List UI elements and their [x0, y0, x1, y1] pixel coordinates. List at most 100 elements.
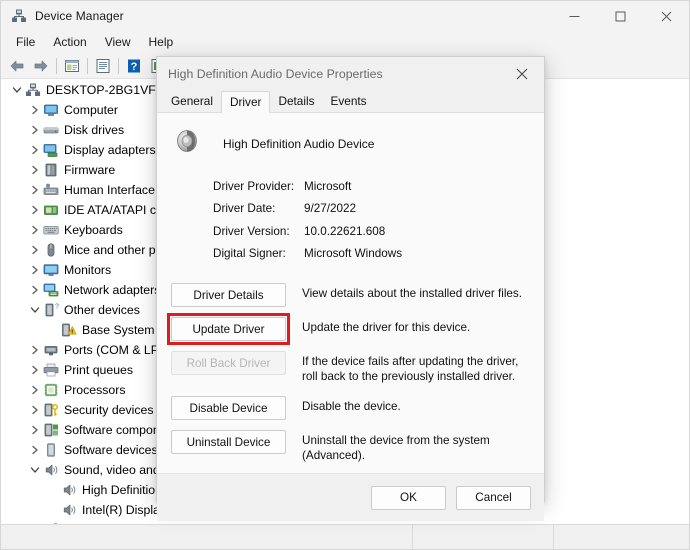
other-devices-icon: ?: [43, 302, 59, 318]
chevron-right-icon[interactable]: [27, 122, 43, 138]
chevron-right-icon[interactable]: [27, 142, 43, 158]
ports-icon: [43, 342, 59, 358]
chevron-right-icon[interactable]: [27, 382, 43, 398]
chevron-down-icon[interactable]: [27, 302, 43, 318]
tree-item-label: Disk drives: [64, 123, 125, 137]
chevron-right-icon[interactable]: [27, 282, 43, 298]
chevron-right-icon[interactable]: [27, 102, 43, 118]
chevron-right-icon[interactable]: [27, 342, 43, 358]
chevron-right-icon[interactable]: [27, 402, 43, 418]
properties-icon[interactable]: [91, 55, 115, 77]
tree-item-label: Print queues: [64, 363, 134, 377]
chevron-right-icon[interactable]: [27, 442, 43, 458]
uninstall-device-button[interactable]: Uninstall Device: [171, 430, 286, 454]
minimize-button[interactable]: [551, 1, 597, 31]
dialog-close-button[interactable]: [500, 57, 544, 90]
chevron-right-icon[interactable]: [27, 262, 43, 278]
driver-info-row: Driver Date: 9/27/2022: [213, 198, 544, 221]
tab-events[interactable]: Events: [323, 92, 375, 112]
toolbar-separator: [56, 57, 57, 74]
driver-action-row: Roll Back Driver If the device fails afte…: [171, 351, 534, 384]
menu-bar: File Action View Help: [1, 31, 689, 53]
disk-drive-icon: [43, 122, 59, 138]
chevron-down-icon[interactable]: [27, 462, 43, 478]
dialog-body: High Definition Audio Device Driver Prov…: [157, 112, 544, 473]
driver-info-key: Digital Signer:: [213, 247, 286, 261]
chevron-right-icon[interactable]: [27, 422, 43, 438]
maximize-button[interactable]: [597, 1, 643, 31]
menu-action-label: Action: [53, 35, 87, 49]
device-name: High Definition Audio Device: [223, 136, 375, 151]
ide-controller-icon: [43, 202, 59, 218]
chevron-right-icon[interactable]: [27, 362, 43, 378]
action-button-label: Roll Back Driver: [186, 356, 271, 370]
driver-info-table: Driver Provider: Microsoft Driver Date: 9/2…: [213, 175, 544, 265]
svg-text:?: ?: [55, 304, 59, 311]
driver-action-row: Driver Details View details about the ins…: [171, 283, 534, 307]
show-hide-console-tree-icon[interactable]: [60, 55, 84, 77]
ok-button[interactable]: OK: [371, 485, 446, 510]
tree-item-label: Security devices: [64, 403, 154, 417]
network-adapter-icon: [43, 282, 59, 298]
dialog-footer: OK Cancel: [157, 473, 544, 521]
driver-action-row: Uninstall Device Uninstall the device fro…: [171, 430, 534, 463]
action-description: Update the driver for this device.: [302, 321, 471, 334]
tree-item-label: DESKTOP-2BG1VF6: [46, 83, 163, 97]
chevron-right-icon[interactable]: [27, 182, 43, 198]
toolbar-separator: [87, 57, 88, 74]
tree-item-label: Ports (COM & LPT): [64, 343, 171, 357]
action-button-label: Uninstall Device: [186, 435, 271, 449]
driver-actions: Driver Details View details about the ins…: [157, 283, 544, 463]
window-controls: [551, 1, 689, 31]
security-device-icon: [43, 402, 59, 418]
dialog-title-bar: High Definition Audio Device Properties: [157, 57, 544, 90]
update-driver-button[interactable]: Update Driver: [171, 317, 286, 341]
driver-details-button[interactable]: Driver Details: [171, 283, 286, 307]
chevron-right-icon[interactable]: [27, 202, 43, 218]
status-segment-3: [553, 525, 689, 549]
tab-general[interactable]: General: [163, 92, 221, 112]
help-icon[interactable]: ?: [122, 55, 146, 77]
dialog-title: High Definition Audio Device Properties: [168, 66, 383, 81]
driver-action-row: Disable Device Disable the device.: [171, 396, 534, 420]
status-segment-2: [412, 525, 553, 549]
ok-button-label: OK: [400, 491, 417, 504]
status-segment-main: [1, 525, 412, 549]
device-manager-window: Device Manager File Action View Help ? D…: [0, 0, 690, 550]
status-bar: [1, 524, 689, 549]
driver-info-value: 9/27/2022: [304, 202, 356, 216]
tab-label: Driver: [229, 95, 262, 109]
tab-driver[interactable]: Driver: [220, 91, 271, 113]
back-arrow-icon[interactable]: [5, 55, 29, 77]
audio-device-icon: [174, 126, 204, 161]
processor-icon: [43, 382, 59, 398]
chevron-down-icon[interactable]: [9, 82, 25, 98]
sound-icon: [61, 502, 77, 518]
software-component-icon: [43, 422, 59, 438]
cancel-button[interactable]: Cancel: [456, 485, 531, 510]
chevron-right-icon[interactable]: [27, 162, 43, 178]
device-properties-dialog: High Definition Audio Device Properties …: [156, 56, 545, 521]
close-button[interactable]: [643, 1, 689, 31]
driver-info-key: Driver Provider:: [213, 179, 295, 193]
menu-file[interactable]: File: [7, 33, 44, 51]
action-description: Uninstall the device from the system (Ad…: [302, 434, 490, 462]
menu-help[interactable]: Help: [140, 33, 183, 51]
menu-action[interactable]: Action: [44, 33, 95, 51]
menu-help-label: Help: [148, 35, 174, 49]
dialog-tabs: General Driver Details Events: [157, 90, 544, 113]
disable-device-button[interactable]: Disable Device: [171, 396, 286, 420]
chevron-right-icon[interactable]: [27, 222, 43, 238]
driver-info-key: Driver Date:: [213, 202, 276, 216]
tab-details[interactable]: Details: [270, 92, 322, 112]
tree-item-label: Computer: [64, 103, 118, 117]
action-description: Disable the device.: [302, 400, 401, 413]
chevron-right-icon[interactable]: [27, 242, 43, 258]
display-adapter-icon: [43, 142, 59, 158]
menu-view[interactable]: View: [96, 33, 140, 51]
action-button-label: Update Driver: [192, 322, 265, 336]
forward-arrow-icon[interactable]: [29, 55, 53, 77]
